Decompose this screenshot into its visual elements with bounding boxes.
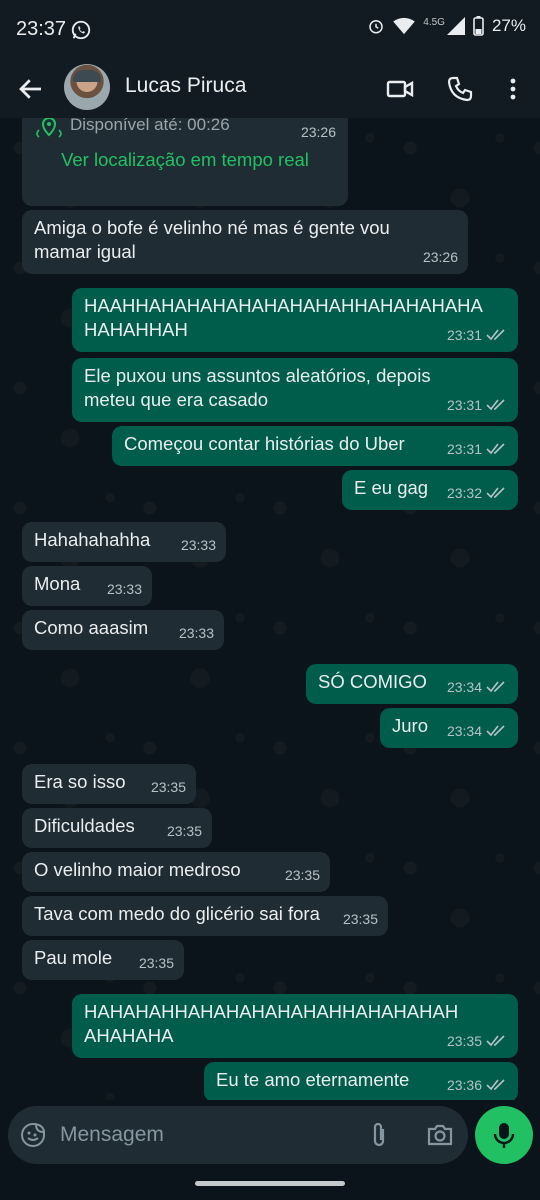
location-status: Disponível até: 00:26 (70, 118, 230, 134)
status-bar: 23:37 4.5G 27% (0, 0, 540, 60)
message-meta: 23:35 (167, 819, 202, 843)
incoming-message[interactable]: Tava com medo do glicério sai fora 23:35 (22, 896, 388, 936)
read-ticks-icon (486, 725, 505, 737)
read-ticks-icon (486, 1035, 505, 1047)
message-time: 23:34 (446, 723, 482, 739)
incoming-message[interactable]: Mona 23:33 (22, 566, 152, 606)
status-time: 23:37 (16, 18, 67, 40)
message-meta: 23:35 (447, 1029, 508, 1053)
message-time: 23:35 (138, 955, 174, 971)
message-meta: 23:33 (181, 533, 216, 557)
message-meta: 23:31 (447, 437, 508, 461)
read-ticks-icon (486, 1079, 505, 1091)
message-time: 23:35 (150, 779, 186, 795)
message-text: Amiga o bofe é velinho né mas é gente vo… (34, 217, 390, 262)
alarm-icon (369, 20, 384, 34)
more-options-icon[interactable] (498, 74, 528, 104)
message-time: 23:35 (284, 867, 320, 883)
incoming-message[interactable]: O velinho maior medroso 23:35 (22, 852, 330, 892)
message-text: O velinho maior medroso (34, 859, 241, 880)
system-nav-bar (0, 1164, 540, 1200)
status-icons: 4.5G 27% (367, 16, 526, 36)
back-arrow-icon[interactable] (16, 74, 46, 104)
message-meta: 23:35 (285, 863, 320, 887)
message-time: 23:26 (300, 124, 336, 140)
chat-area[interactable]: Disponível até: 00:26 23:26 Ver localiza… (0, 118, 540, 1100)
mic-button[interactable] (475, 1106, 533, 1164)
message-meta: 23:34 (447, 675, 508, 699)
message-input-bar: Mensagem (8, 1106, 468, 1164)
message-meta: 23:32 (447, 481, 508, 505)
view-live-location-link[interactable]: Ver localização em tempo real (22, 148, 348, 172)
message-time: 23:35 (342, 911, 378, 927)
outgoing-message[interactable]: E eu gag 23:32 (342, 470, 518, 510)
outgoing-message[interactable]: Eu te amo eternamente 23:36 (204, 1062, 518, 1100)
incoming-message[interactable]: Dificuldades 23:35 (22, 808, 212, 848)
message-time: 23:33 (180, 537, 216, 553)
emoji-sticker-icon[interactable] (20, 1122, 46, 1148)
message-time: 23:31 (446, 441, 482, 457)
message-time: 23:35 (166, 823, 202, 839)
message-time: 23:36 (446, 1077, 482, 1093)
phone-icon[interactable] (445, 74, 475, 104)
message-time: 23:31 (446, 397, 482, 413)
message-meta: 23:35 (151, 775, 186, 799)
message-input[interactable]: Mensagem (60, 1123, 164, 1147)
message-text: Tava com medo do glicério sai fora (34, 903, 320, 924)
outgoing-message[interactable]: HAAHHAHAHAHAHAHAHAHAHHAHAHAHAHA HAHAHHAH… (72, 288, 518, 352)
message-meta: 23:34 (447, 719, 508, 743)
camera-icon[interactable] (426, 1122, 454, 1148)
avatar[interactable] (64, 64, 110, 110)
incoming-message[interactable]: Era so isso 23:35 (22, 764, 196, 804)
message-meta: 23:26 (423, 245, 458, 269)
read-ticks-icon (486, 681, 505, 693)
outgoing-message[interactable]: Juro 23:34 (380, 708, 518, 748)
battery-icon (473, 16, 484, 36)
incoming-message[interactable]: Como aaasim 23:33 (22, 610, 224, 650)
message-meta: 23:33 (107, 577, 142, 601)
outgoing-message[interactable]: Ele puxou uns assuntos aleatórios, depoi… (72, 358, 518, 422)
chat-header: Lucas Piruca (0, 60, 540, 118)
read-ticks-icon (486, 487, 505, 499)
wifi-icon (393, 17, 416, 35)
location-pin-icon (36, 118, 62, 138)
video-call-icon[interactable] (385, 74, 415, 104)
message-time: 23:34 (446, 679, 482, 695)
message-time: 23:32 (446, 485, 482, 501)
message-time: 23:33 (178, 625, 214, 641)
outgoing-message[interactable]: HAHAHAHHAHAHAHAHAHAHHAHAHAHAH AHAHAHA 23:… (72, 994, 518, 1058)
battery-percent: 27% (491, 16, 526, 35)
message-meta: 23:35 (343, 907, 378, 931)
mic-icon (493, 1123, 515, 1148)
attach-icon[interactable] (368, 1121, 390, 1149)
read-ticks-icon (486, 399, 505, 411)
network-type: 4.5G (423, 16, 445, 28)
read-ticks-icon (486, 443, 505, 455)
contact-name[interactable]: Lucas Piruca (125, 74, 246, 98)
incoming-message[interactable]: Pau mole 23:35 (22, 940, 184, 980)
message-meta: 23:31 (447, 393, 508, 417)
home-gesture-handle[interactable] (195, 1181, 345, 1186)
whatsapp-notification-icon (71, 20, 91, 40)
outgoing-message[interactable]: SÓ COMIGO 23:34 (306, 664, 518, 704)
message-time: 23:31 (446, 327, 482, 343)
message-meta: 23:31 (447, 323, 508, 347)
live-location-card[interactable]: Disponível até: 00:26 23:26 Ver localiza… (22, 118, 348, 206)
read-ticks-icon (486, 329, 505, 341)
incoming-message[interactable]: Hahahahahha 23:33 (22, 522, 226, 562)
message-time: 23:33 (106, 581, 142, 597)
message-meta: 23:33 (179, 621, 214, 645)
message-meta: 23:36 (447, 1073, 508, 1097)
message-meta: 23:35 (139, 951, 174, 975)
message-time: 23:35 (446, 1033, 482, 1049)
signal-icon (446, 17, 465, 35)
message-time: 23:26 (422, 249, 458, 265)
incoming-message[interactable]: Amiga o bofe é velinho né mas é gente vo… (22, 210, 468, 274)
outgoing-message[interactable]: Começou contar histórias do Uber 23:31 (112, 426, 518, 466)
